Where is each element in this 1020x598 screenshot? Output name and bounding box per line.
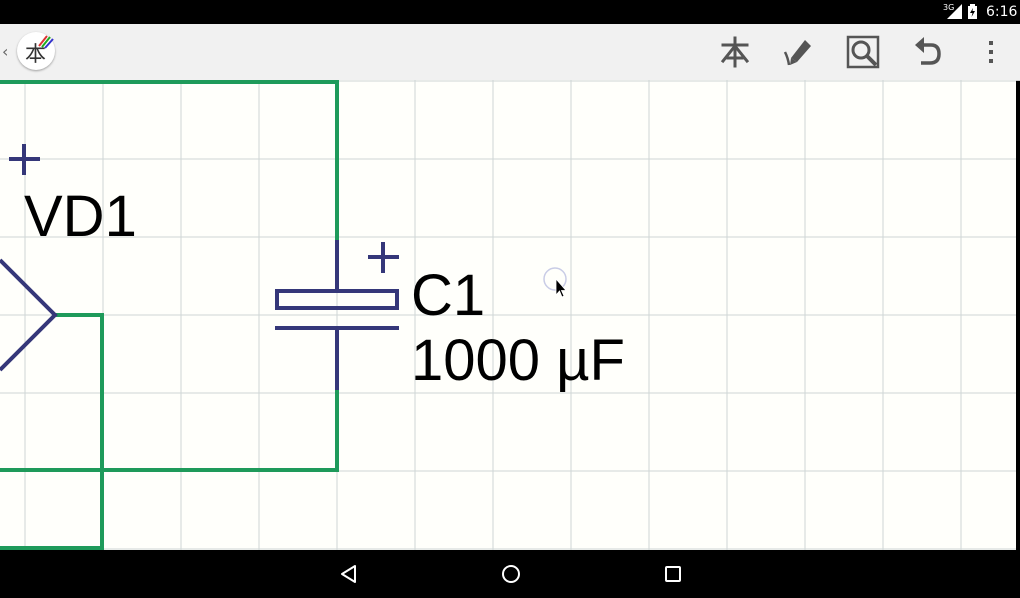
component-library-button[interactable] (717, 34, 753, 70)
magnifier-icon (846, 35, 880, 69)
nav-back-button[interactable] (337, 562, 361, 586)
component-icon (720, 36, 750, 68)
capacitor-value-label: 1000 µF (411, 328, 625, 393)
status-bar: 3G 6:16 (0, 0, 1020, 24)
wire-right[interactable] (0, 390, 339, 472)
overflow-menu-button[interactable] (973, 34, 1009, 70)
action-bar: ‹ 本 (0, 24, 1020, 81)
nav-recents-button[interactable] (661, 562, 685, 586)
battery-icon (968, 4, 977, 19)
schematic-drawing[interactable]: VD1 C1 1000 µF (0, 80, 1016, 550)
wire-diode-out[interactable] (0, 313, 104, 550)
navigation-bar (0, 550, 1020, 598)
diode-vd1[interactable] (0, 144, 58, 372)
schematic-canvas[interactable]: VD1 C1 1000 µF (0, 80, 1016, 550)
recents-square-icon (665, 566, 681, 582)
app-logo[interactable]: 本 (17, 32, 55, 70)
diode-ref-label: VD1 (24, 184, 137, 249)
grid (0, 80, 1016, 550)
pencil-icon (783, 40, 811, 66)
undo-button[interactable] (909, 34, 945, 70)
zoom-button[interactable] (845, 34, 881, 70)
nav-home-button[interactable] (499, 562, 523, 586)
undo-icon (915, 37, 941, 65)
logo-pencils-icon (38, 35, 54, 49)
more-vert-icon (989, 41, 993, 63)
home-circle-icon (502, 565, 520, 583)
clock: 6:16 (986, 4, 1018, 20)
draw-mode-button[interactable] (781, 34, 817, 70)
up-caret-icon[interactable]: ‹ (2, 42, 8, 61)
signal-icon (947, 4, 962, 19)
back-triangle-icon (341, 565, 356, 583)
mouse-pointer-icon (555, 277, 567, 298)
capacitor-ref-label: C1 (411, 263, 485, 328)
